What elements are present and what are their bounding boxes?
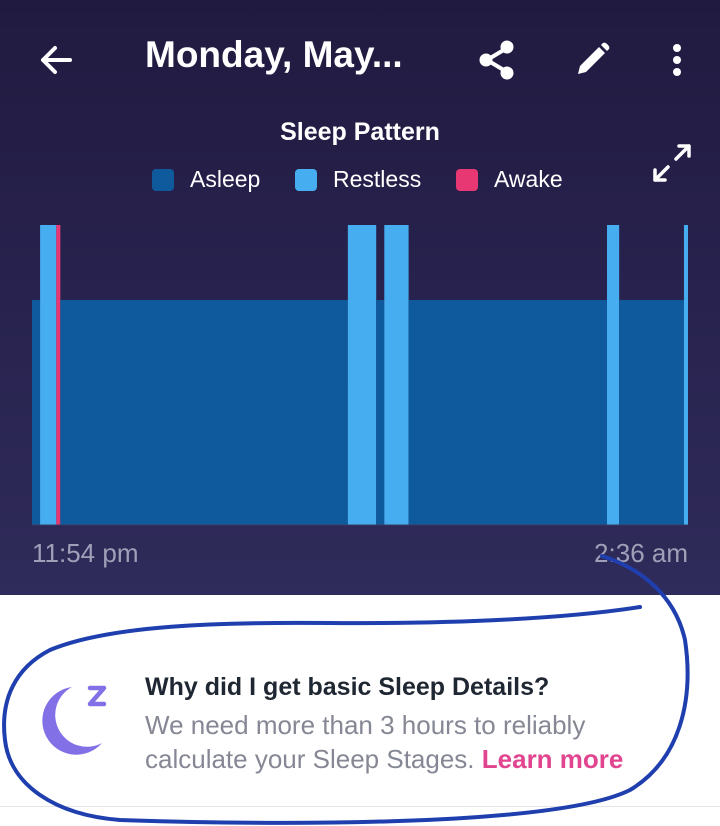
info-body: We need more than 3 hours to reliably ca… (145, 708, 685, 776)
share-icon (479, 40, 514, 80)
arrow-left-icon (41, 46, 72, 74)
sleep-segment-restless (347, 225, 377, 525)
info-title: Why did I get basic Sleep Details? (145, 673, 550, 701)
x-axis-end-label: 2:36 am (594, 538, 688, 568)
chart-legend: Asleep Restless Awake (0, 166, 720, 198)
legend-label: Restless (333, 166, 422, 192)
share-button[interactable] (470, 36, 524, 84)
page-title: Monday, May... (145, 34, 403, 75)
app-bar: Monday, May... (0, 0, 720, 118)
sleep-segment-restless (384, 225, 409, 525)
sleep-segment-asleep (408, 300, 608, 525)
sleep-segment-asleep (619, 300, 684, 525)
sleep-segment-restless (40, 225, 57, 525)
legend-item-asleep: Asleep (152, 166, 260, 193)
legend-swatch-asleep (152, 168, 174, 191)
sleep-segment-asleep (32, 300, 41, 525)
moon-sleep-icon (42, 685, 107, 755)
chart-title: Sleep Pattern (280, 118, 440, 146)
expand-icon (653, 144, 691, 182)
sleep-segment-restless (683, 225, 688, 525)
legend-item-awake: Awake (456, 166, 563, 193)
x-axis-start-label: 11:54 pm (32, 538, 139, 568)
sleep-segment-restless (607, 225, 620, 525)
pencil-icon (578, 42, 610, 74)
legend-swatch-restless (295, 168, 317, 191)
expand-chart-button[interactable] (646, 138, 698, 188)
legend-label: Awake (494, 166, 563, 192)
sleep-info-card: Why did I get basic Sleep Details? We ne… (0, 595, 720, 826)
sleep-pattern-panel: Monday, May... Sleep Pattern Asleep Rest… (0, 0, 720, 595)
edit-button[interactable] (568, 36, 616, 84)
learn-more-link[interactable]: Learn more (482, 744, 624, 774)
sleep-segment-asleep (376, 300, 385, 525)
back-button[interactable] (30, 36, 82, 84)
sleep-segment-asleep (60, 300, 348, 525)
divider (0, 806, 720, 807)
more-button[interactable] (655, 36, 699, 84)
more-vertical-icon (673, 44, 681, 76)
legend-item-restless: Restless (295, 166, 421, 193)
legend-label: Asleep (190, 166, 261, 192)
sleep-segment-awake (56, 225, 61, 525)
legend-swatch-awake (456, 168, 478, 191)
sleep-pattern-chart (32, 225, 688, 526)
